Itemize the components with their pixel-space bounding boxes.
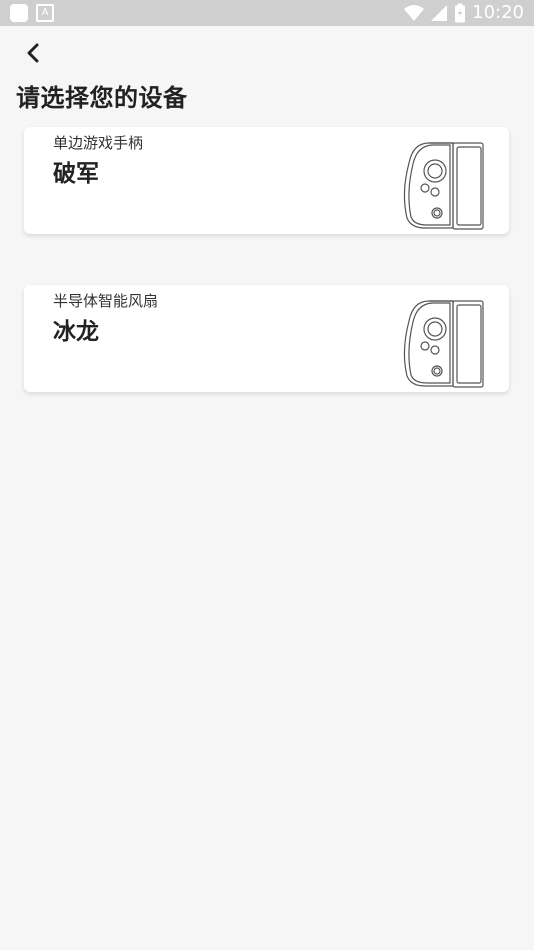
device-card-binglong[interactable]: 半导体智能风扇 冰龙 <box>24 285 509 392</box>
back-button[interactable] <box>18 38 48 68</box>
gamepad-icon <box>403 142 484 230</box>
device-card-pojun[interactable]: 单边游戏手柄 破军 <box>24 127 509 234</box>
signal-icon <box>431 4 448 21</box>
status-right-icons: 10:20 <box>404 2 524 23</box>
page-title: 请选择您的设备 <box>16 84 188 112</box>
a-icon: A <box>36 4 54 22</box>
wifi-icon <box>404 4 425 21</box>
chevron-left-icon <box>27 43 39 63</box>
device-name: 破军 <box>53 161 99 187</box>
status-bar: A 10:20 <box>0 0 534 26</box>
app-square-icon <box>10 4 28 22</box>
battery-icon <box>455 3 466 22</box>
device-subtitle: 单边游戏手柄 <box>53 134 144 152</box>
status-time: 10:20 <box>472 2 524 23</box>
device-name: 冰龙 <box>53 319 99 345</box>
gamepad-icon <box>403 300 484 388</box>
device-subtitle: 半导体智能风扇 <box>53 292 159 310</box>
status-left-icons: A <box>10 4 54 22</box>
